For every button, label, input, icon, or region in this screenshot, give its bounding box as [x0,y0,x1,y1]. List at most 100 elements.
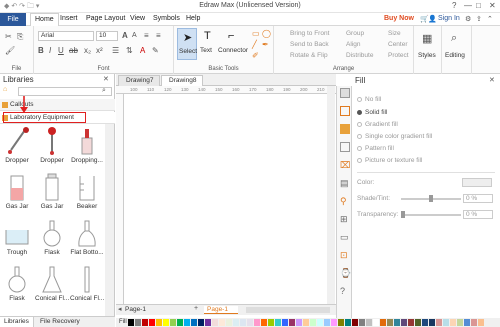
color-swatch[interactable] [233,319,239,326]
hyperlink-icon[interactable]: ⚲ [340,196,350,206]
text-direction-icon[interactable]: ⇅ [126,46,133,55]
color-swatch[interactable] [408,319,414,326]
color-swatch[interactable] [380,319,386,326]
image-icon[interactable] [340,142,350,152]
bold-icon[interactable]: B [38,46,44,55]
shadow-icon[interactable] [340,124,350,134]
color-swatch[interactable] [366,319,372,326]
shape-flask[interactable]: Flask [35,216,69,260]
share-icon[interactable]: ⇪ [476,15,482,23]
data-icon[interactable]: ⊡ [340,250,350,260]
color-swatch[interactable] [247,319,253,326]
help-icon[interactable]: ? [452,1,456,10]
rectangle-icon[interactable]: ▭ [252,29,260,38]
collapse-ribbon-icon[interactable]: ⌃ [487,15,493,23]
shape-flask-2[interactable]: Flask [0,262,34,306]
color-swatch[interactable] [387,319,393,326]
tab-home[interactable]: Home [30,13,59,26]
tab-symbols[interactable]: Symbols [153,15,180,22]
color-swatch[interactable] [198,319,204,326]
color-swatch[interactable] [156,319,162,326]
gear-icon[interactable]: ⚙ [465,15,471,23]
size-button[interactable]: Size [388,30,401,37]
canvas-vertical-scrollbar[interactable] [327,86,335,306]
select-button[interactable]: ➤ Select [177,28,197,60]
help-panel-icon[interactable]: ? [340,286,350,296]
fill-panel-close-icon[interactable]: ✕ [489,76,495,84]
color-swatch[interactable] [282,319,288,326]
page-nav-icon[interactable]: ◂ [118,305,122,313]
color-swatch[interactable] [177,319,183,326]
transparency-slider-thumb[interactable] [401,211,405,218]
shape-conical-flask-2[interactable]: Conical Fl... [70,262,104,306]
fill-option-pattern[interactable]: Pattern fill [357,145,394,152]
color-swatch[interactable] [359,319,365,326]
transparency-value-input[interactable]: 0 % [463,210,493,219]
color-swatch[interactable] [296,319,302,326]
color-swatch[interactable] [352,319,358,326]
shrink-font-icon[interactable]: A [132,32,137,39]
font-size-select[interactable]: 10 [96,31,118,41]
color-swatch[interactable] [450,319,456,326]
shape-flat-bottom-flask[interactable]: Flat Botto... [70,216,104,260]
font-color-icon[interactable]: A [140,46,145,55]
center-button[interactable]: Center [388,41,408,48]
fill-option-single-gradient[interactable]: Single color gradient fill [357,133,432,140]
color-swatch[interactable] [345,319,351,326]
styles-group[interactable]: ▦ Styles [414,26,442,74]
layer-icon[interactable]: ▤ [340,178,350,188]
line-icon[interactable]: ╱ [252,40,257,49]
shape-dropper-2[interactable]: Dropper [35,124,69,168]
color-swatch[interactable] [422,319,428,326]
pencil-icon[interactable]: ✐ [252,51,259,60]
transparency-slider[interactable] [401,214,461,216]
color-swatch[interactable] [212,319,218,326]
fill-tool-icon[interactable] [340,88,350,98]
attachment-icon[interactable]: ⊞ [340,214,350,224]
shade-value-input[interactable]: 0 % [463,194,493,203]
tab-file[interactable]: File [0,13,26,26]
ellipse-icon[interactable]: ◯ [262,29,271,38]
library-scrollbar[interactable] [105,124,114,317]
color-swatch[interactable] [394,319,400,326]
bring-to-front-button[interactable]: Bring to Front [290,30,329,37]
color-swatch[interactable] [324,319,330,326]
buy-now-link[interactable]: Buy Now [384,15,414,22]
shape-gas-jar-2[interactable]: Gas Jar [35,170,69,214]
home-icon[interactable]: ⌂ [3,86,7,93]
page-setup-icon[interactable]: ⌧ [340,160,350,170]
color-swatch[interactable] [261,319,267,326]
color-swatch[interactable] [443,319,449,326]
color-swatch[interactable] [373,319,379,326]
color-swatch[interactable] [128,319,134,326]
color-swatch[interactable] [338,319,344,326]
color-swatch[interactable] [436,319,442,326]
doc-tab-drawing7[interactable]: Drawing7 [118,75,160,86]
color-swatch[interactable] [429,319,435,326]
bullets-icon[interactable]: ☰ [112,46,119,55]
color-swatch[interactable] [310,319,316,326]
shape-gas-jar[interactable]: Gas Jar [0,170,34,214]
tab-page-layout[interactable]: Page Layout [86,15,125,22]
protect-button[interactable]: Protect [388,52,409,59]
add-page-icon[interactable]: + [194,305,198,312]
panel-close-icon[interactable]: ✕ [103,75,109,83]
color-swatch[interactable] [331,319,337,326]
shape-trough[interactable]: Trough [0,216,34,260]
color-swatch[interactable] [464,319,470,326]
color-swatch[interactable] [303,319,309,326]
fill-option-solid-fill[interactable]: Solid fill [357,109,387,116]
tab-insert[interactable]: Insert [60,15,78,22]
underline-icon[interactable]: U [58,46,64,55]
fill-option-gradient[interactable]: Gradient fill [357,121,398,128]
tab-libraries[interactable]: Libraries [0,317,34,327]
rotate-flip-button[interactable]: Rotate & Flip [290,52,328,59]
group-button[interactable]: Group [346,30,364,37]
tab-view[interactable]: View [130,15,145,22]
distribute-button[interactable]: Distribute [346,52,373,59]
color-swatch[interactable] [205,319,211,326]
color-swatch[interactable] [240,319,246,326]
subscript-icon[interactable]: x₂ [84,46,91,55]
color-swatch[interactable] [226,319,232,326]
close-icon[interactable]: ✕ [489,1,496,10]
